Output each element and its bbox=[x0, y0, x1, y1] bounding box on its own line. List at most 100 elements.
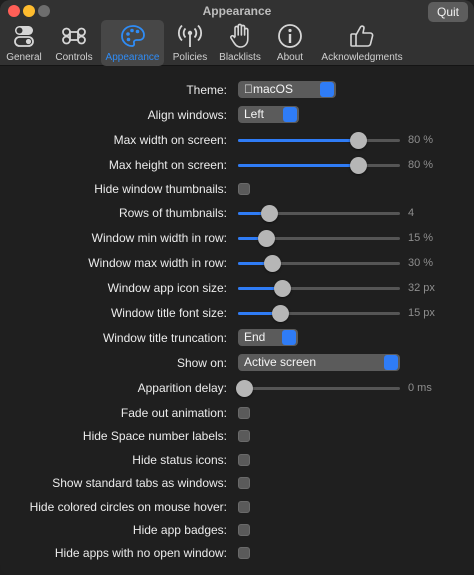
appearance-settings-panel: Theme: macOS Align windows: Left Max wi… bbox=[0, 66, 474, 575]
window-max-width-slider[interactable] bbox=[238, 255, 400, 272]
apparition-delay-label: Apparition delay: bbox=[137, 381, 227, 395]
slider-knob[interactable] bbox=[272, 305, 289, 322]
tab-general[interactable]: General bbox=[2, 20, 46, 66]
title-font-size-value: 15 px bbox=[408, 307, 435, 319]
setting-show-standard-tabs: Show standard tabs as windows: bbox=[0, 471, 474, 495]
slider-knob[interactable] bbox=[264, 255, 281, 272]
slider-knob[interactable] bbox=[350, 132, 367, 149]
app-icon-size-label: Window app icon size: bbox=[107, 281, 227, 295]
tab-label: About bbox=[276, 52, 304, 63]
title-truncation-popup[interactable]: End bbox=[238, 329, 298, 346]
setting-window-min-width: Window min width in row: 15 % bbox=[0, 226, 474, 250]
hide-thumbnails-checkbox[interactable] bbox=[238, 183, 250, 195]
tab-label: Acknowledgments bbox=[321, 52, 403, 63]
setting-hide-space-labels: Hide Space number labels: bbox=[0, 424, 474, 448]
setting-rows-of-thumbnails: Rows of thumbnails: 4 bbox=[0, 201, 474, 225]
hide-space-labels-checkbox[interactable] bbox=[238, 430, 250, 442]
rows-of-thumbnails-value: 4 bbox=[408, 207, 415, 219]
chevron-updown-icon bbox=[283, 107, 297, 122]
show-standard-tabs-label: Show standard tabs as windows: bbox=[52, 476, 227, 490]
rows-of-thumbnails-label: Rows of thumbnails: bbox=[118, 206, 227, 220]
setting-fade-out: Fade out animation: bbox=[0, 401, 474, 425]
hide-thumbnails-label: Hide window thumbnails: bbox=[94, 182, 227, 196]
show-on-value: Active screen bbox=[244, 355, 317, 369]
slider-fill bbox=[238, 164, 358, 167]
title-font-size-slider[interactable] bbox=[238, 305, 400, 322]
hide-colored-circles-label: Hide colored circles on mouse hover: bbox=[29, 500, 227, 514]
window-max-width-label: Window max width in row: bbox=[88, 256, 227, 270]
slider-knob[interactable] bbox=[261, 205, 278, 222]
window-max-width-value: 30 % bbox=[408, 257, 434, 269]
setting-window-max-width: Window max width in row: 30 % bbox=[0, 251, 474, 275]
tab-label: Policies bbox=[172, 52, 208, 63]
show-on-label: Show on: bbox=[176, 356, 227, 370]
chevron-updown-icon bbox=[282, 330, 296, 345]
app-icon-size-slider[interactable] bbox=[238, 280, 400, 297]
align-windows-label: Align windows: bbox=[147, 108, 227, 122]
hide-apps-no-window-checkbox[interactable] bbox=[238, 547, 250, 559]
tab-about[interactable]: About bbox=[268, 20, 312, 66]
setting-hide-apps-no-window: Hide apps with no open window: bbox=[0, 541, 474, 565]
slider-knob[interactable] bbox=[258, 230, 275, 247]
tab-label: Controls bbox=[55, 52, 93, 63]
chevron-updown-icon bbox=[384, 355, 398, 370]
broadcast-icon bbox=[178, 24, 202, 47]
tab-label: Appearance bbox=[105, 52, 160, 63]
title-truncation-label: Window title truncation: bbox=[102, 331, 227, 345]
title-font-size-label: Window title font size: bbox=[110, 306, 227, 320]
palette-icon bbox=[120, 25, 145, 47]
slider-knob[interactable] bbox=[274, 280, 291, 297]
tab-blacklists[interactable]: Blacklists bbox=[215, 20, 265, 66]
window-min-width-slider[interactable] bbox=[238, 230, 400, 247]
info-icon bbox=[278, 24, 302, 48]
setting-apparition-delay: Apparition delay: 0 ms bbox=[0, 376, 474, 400]
hide-status-icons-checkbox[interactable] bbox=[238, 454, 250, 466]
theme-label: Theme: bbox=[186, 83, 227, 97]
setting-theme: Theme: macOS bbox=[0, 78, 474, 102]
align-windows-popup[interactable]: Left bbox=[238, 106, 299, 123]
apple-logo-icon:  bbox=[244, 82, 253, 96]
tab-policies[interactable]: Policies bbox=[168, 20, 212, 66]
tab-acknowledgments[interactable]: Acknowledgments bbox=[317, 20, 407, 66]
fade-out-checkbox[interactable] bbox=[238, 407, 250, 419]
setting-max-width: Max width on screen: 80 % bbox=[0, 128, 474, 152]
setting-hide-thumbnails: Hide window thumbnails: bbox=[0, 177, 474, 201]
setting-hide-colored-circles: Hide colored circles on mouse hover: bbox=[0, 495, 474, 519]
hide-colored-circles-checkbox[interactable] bbox=[238, 501, 250, 513]
max-height-slider[interactable] bbox=[238, 157, 400, 174]
hide-status-icons-label: Hide status icons: bbox=[132, 453, 227, 467]
max-height-label: Max height on screen: bbox=[108, 158, 227, 172]
window-title: Appearance bbox=[202, 4, 272, 18]
tab-label: Blacklists bbox=[219, 52, 261, 63]
setting-app-icon-size: Window app icon size: 32 px bbox=[0, 276, 474, 300]
hand-icon bbox=[230, 23, 249, 48]
theme-popup[interactable]: macOS bbox=[238, 81, 336, 98]
show-standard-tabs-checkbox[interactable] bbox=[238, 477, 250, 489]
slider-knob[interactable] bbox=[350, 157, 367, 174]
app-icon-size-value: 32 px bbox=[408, 282, 435, 294]
toggles-icon bbox=[14, 26, 34, 47]
setting-show-on: Show on: Active screen bbox=[0, 351, 474, 375]
hide-app-badges-checkbox[interactable] bbox=[238, 524, 250, 536]
apparition-delay-slider[interactable] bbox=[236, 380, 400, 397]
hide-apps-no-window-label: Hide apps with no open window: bbox=[54, 546, 227, 560]
align-windows-value: Left bbox=[244, 107, 265, 121]
fade-out-label: Fade out animation: bbox=[120, 406, 227, 420]
setting-max-height: Max height on screen: 80 % bbox=[0, 153, 474, 177]
quit-button[interactable]: Quit bbox=[428, 2, 468, 22]
rows-of-thumbnails-slider[interactable] bbox=[238, 205, 400, 222]
max-width-slider[interactable] bbox=[238, 132, 400, 149]
hide-space-labels-label: Hide Space number labels: bbox=[82, 429, 227, 443]
thumbs-up-icon bbox=[350, 25, 374, 47]
setting-hide-status-icons: Hide status icons: bbox=[0, 448, 474, 472]
setting-align-windows: Align windows: Left bbox=[0, 103, 474, 127]
command-key-icon bbox=[62, 27, 86, 45]
tab-controls[interactable]: Controls bbox=[50, 20, 98, 66]
preferences-toolbar: General Controls Appearance Policies Bla… bbox=[0, 20, 474, 66]
slider-fill bbox=[238, 139, 358, 142]
tab-appearance[interactable]: Appearance bbox=[101, 20, 164, 66]
preferences-window: Appearance Quit General Controls Appeara… bbox=[0, 0, 474, 575]
slider-knob[interactable] bbox=[236, 380, 253, 397]
show-on-popup[interactable]: Active screen bbox=[238, 354, 400, 371]
setting-title-truncation: Window title truncation: End bbox=[0, 326, 474, 350]
